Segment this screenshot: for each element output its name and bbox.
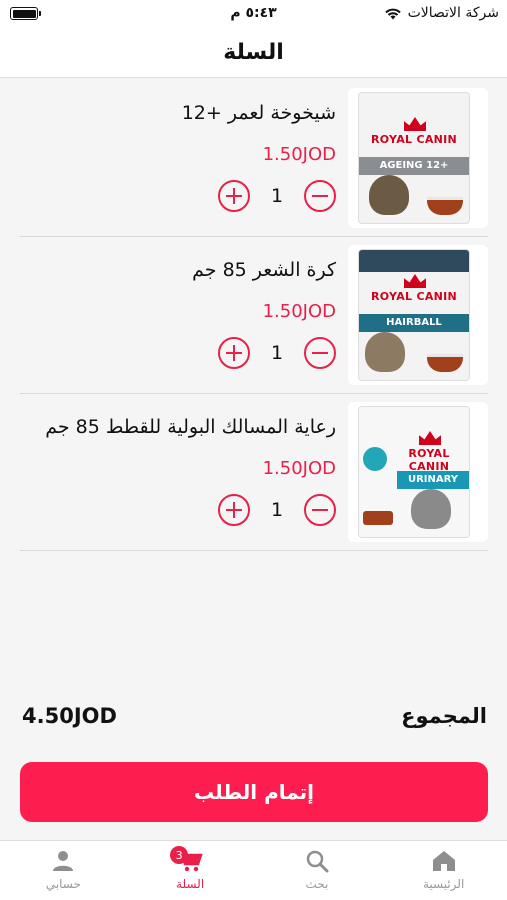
tab-label: بحث (305, 877, 329, 891)
tab-search[interactable]: بحث (254, 841, 381, 900)
tab-label: حسابي (45, 877, 81, 891)
brand-logo: ROYAL CANIN (370, 133, 458, 146)
cart-total: المجموع 4.50JOD (20, 700, 487, 740)
tab-bar: حسابي 3 السلة بحث الرئيسية (0, 840, 507, 900)
brand-logo: ROYAL CANIN (370, 290, 458, 303)
item-price: 1.50JOD (262, 458, 336, 479)
nav-bar: السلة (0, 28, 507, 78)
checkout-button[interactable]: إتمام الطلب (20, 762, 488, 822)
product-image[interactable]: ROYAL CANIN HAIRBALL (348, 245, 488, 385)
tab-cart[interactable]: 3 السلة (127, 841, 254, 900)
user-icon (53, 851, 74, 871)
status-time: ٥:٤٣ م (230, 5, 277, 21)
status-bar: شركة الاتصالات ٥:٤٣ م (0, 0, 507, 28)
page-title: السلة (223, 40, 284, 65)
brand-logo: ROYAL CANIN (408, 447, 450, 473)
package-band: AGEING 12+ (359, 157, 469, 175)
cart-count-badge: 3 (170, 846, 189, 864)
increase-quantity-button[interactable] (218, 337, 250, 369)
total-label: المجموع (401, 704, 487, 728)
increase-quantity-button[interactable] (218, 494, 250, 526)
tab-label: السلة (176, 877, 205, 891)
quantity-stepper: 1 (218, 494, 336, 526)
tab-account[interactable]: حسابي (0, 841, 127, 900)
decrease-quantity-button[interactable] (304, 337, 336, 369)
increase-quantity-button[interactable] (218, 180, 250, 212)
decrease-quantity-button[interactable] (304, 180, 336, 212)
cart-list: ROYAL CANIN AGEING 12+ شيخوخة لعمر +12 1… (20, 80, 488, 551)
quantity-stepper: 1 (218, 180, 336, 212)
item-price: 1.50JOD (262, 144, 336, 165)
product-image[interactable]: ROYAL CANIN URINARY (348, 402, 488, 542)
item-name: رعاية المسالك البولية للقطط 85 جم (45, 416, 336, 438)
item-name: شيخوخة لعمر +12 (181, 102, 336, 124)
product-image[interactable]: ROYAL CANIN AGEING 12+ (348, 88, 488, 228)
item-name: كرة الشعر 85 جم (192, 259, 336, 281)
quantity-value: 1 (270, 342, 284, 364)
home-icon (432, 851, 455, 871)
decrease-quantity-button[interactable] (304, 494, 336, 526)
cart-item: ROYAL CANIN HAIRBALL كرة الشعر 85 جم 1.5… (20, 237, 488, 394)
search-icon (306, 850, 329, 873)
cart-item: ROYAL CANIN AGEING 12+ شيخوخة لعمر +12 1… (20, 80, 488, 237)
package-band: HAIRBALL (359, 314, 469, 332)
quantity-value: 1 (270, 185, 284, 207)
package-band: URINARY (397, 471, 469, 489)
quantity-value: 1 (270, 499, 284, 521)
tab-home[interactable]: الرئيسية (380, 841, 507, 900)
total-value: 4.50JOD (22, 704, 117, 728)
battery-icon (10, 7, 41, 20)
tab-label: الرئيسية (422, 877, 465, 891)
cart-item: ROYAL CANIN URINARY رعاية المسالك البولي… (20, 394, 488, 551)
item-price: 1.50JOD (262, 301, 336, 322)
quantity-stepper: 1 (218, 337, 336, 369)
